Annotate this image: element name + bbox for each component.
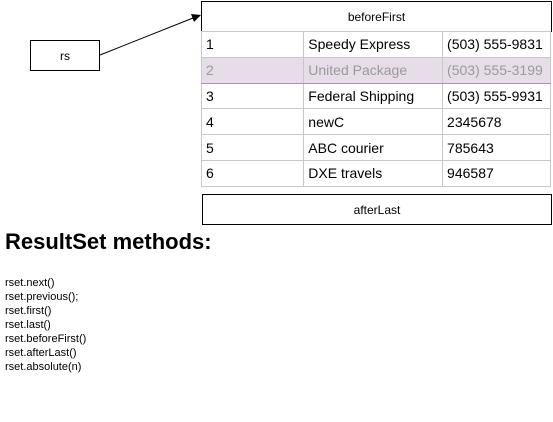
method-item: rset.previous(); [5, 291, 79, 303]
table-row: 1 Speedy Express (503) 555-9831 [200, 31, 551, 58]
row-phone-cell: (503) 555-9831 [442, 31, 551, 58]
row-id-cell: 4 [200, 108, 305, 136]
row-phone-cell: 2345678 [442, 108, 551, 136]
row-phone-cell: 946587 [442, 159, 551, 187]
method-item: rset.first() [5, 305, 52, 317]
after-last-label: afterLast [353, 202, 401, 217]
row-name-cell: newC [303, 108, 444, 136]
before-first-box: beforeFirst [201, 1, 552, 32]
table-row: 5 ABC courier 785643 [200, 134, 551, 161]
row-id-cell: 6 [200, 159, 305, 187]
table-row: 2 United Package (503) 555-3199 [200, 56, 551, 84]
method-item: rset.last() [5, 319, 51, 331]
row-id-cell: 3 [200, 82, 305, 110]
section-title: ResultSet methods: [5, 229, 212, 254]
result-set-table: 1 Speedy Express (503) 555-9831 2 United Pac… [200, 31, 551, 187]
rs-pointer-label: rs [60, 48, 70, 63]
methods-list: rset.next() rset.previous(); rset.first() r… [5, 276, 86, 374]
row-phone-cell: (503) 555-9931 [442, 82, 551, 110]
before-first-label: beforeFirst [347, 9, 406, 24]
table-row: 6 DXE travels 946587 [200, 159, 551, 187]
after-last-box: afterLast [202, 194, 552, 225]
row-phone-cell: 785643 [442, 134, 551, 161]
table-row: 4 newC 2345678 [200, 108, 551, 136]
cursor-arrow-line [99, 17, 194, 56]
cursor-arrow-head [191, 14, 201, 22]
result-set-rows: 1 Speedy Express (503) 555-9831 2 United Pac… [200, 31, 551, 187]
row-name-cell: DXE travels [303, 159, 444, 187]
table-row: 3 Federal Shipping (503) 555-9931 [200, 82, 551, 110]
method-item: rset.next() [5, 277, 55, 289]
row-name-cell: Federal Shipping [303, 82, 444, 110]
row-phone-cell: (503) 555-3199 [442, 56, 551, 84]
row-id-cell: 5 [200, 134, 305, 161]
rs-pointer-box: rs [30, 40, 100, 71]
row-id-cell: 2 [200, 56, 305, 84]
row-name-cell: ABC courier [303, 134, 444, 161]
method-item: rset.afterLast() [5, 347, 77, 359]
row-name-cell: United Package [303, 56, 444, 84]
method-item: rset.beforeFirst() [5, 333, 87, 345]
row-name-cell: Speedy Express [303, 31, 444, 58]
row-id-cell: 1 [200, 31, 305, 58]
method-item: rset.absolute(n) [5, 361, 82, 373]
